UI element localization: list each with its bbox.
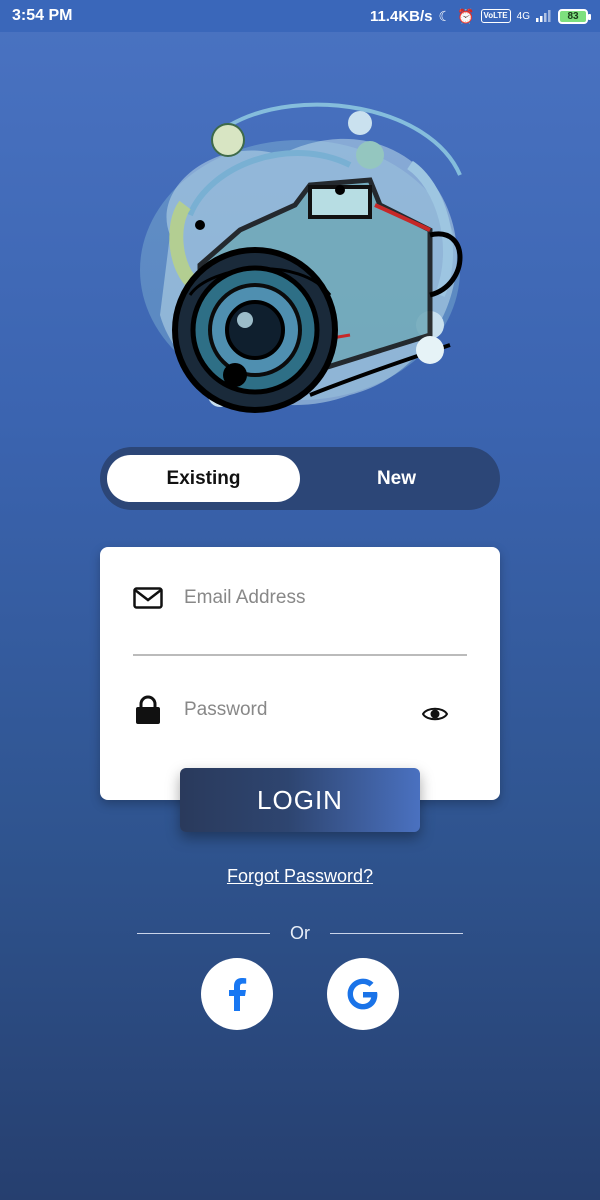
or-divider: Or	[137, 923, 463, 945]
status-time: 3:54 PM	[12, 7, 73, 24]
facebook-login-button[interactable]	[201, 958, 273, 1030]
battery-icon: 83	[558, 8, 591, 24]
google-icon	[347, 978, 378, 1010]
or-line-right	[330, 933, 463, 934]
tab-existing[interactable]: Existing	[107, 455, 300, 502]
signal-icon	[536, 10, 551, 22]
google-login-button[interactable]	[327, 958, 399, 1030]
email-underline	[133, 654, 467, 656]
or-line-left	[137, 933, 270, 934]
mail-icon	[133, 585, 163, 611]
lock-icon	[133, 695, 163, 724]
forgot-password-link[interactable]: Forgot Password?	[0, 866, 600, 887]
eye-icon[interactable]	[422, 704, 448, 724]
password-input[interactable]	[184, 699, 414, 721]
camera-illustration	[140, 102, 463, 413]
status-icons: 11.4KB/s ☾ ⏰ VoLTE 4G 83	[369, 7, 591, 25]
facebook-icon	[229, 978, 247, 1011]
or-text: Or	[290, 923, 310, 943]
network-type: 4G	[516, 10, 530, 22]
email-input[interactable]	[184, 587, 414, 609]
login-card	[100, 547, 500, 800]
alarm-icon: ⏰	[457, 7, 475, 24]
tab-new[interactable]: New	[300, 455, 493, 502]
status-bar: 3:54 PM 11.4KB/s ☾ ⏰ VoLTE 4G 83	[0, 0, 600, 32]
auth-mode-toggle: Existing New	[100, 447, 500, 510]
login-button[interactable]: LOGIN	[180, 768, 420, 832]
password-field-row	[133, 695, 467, 724]
volte-icon: VoLTE	[480, 9, 511, 23]
network-speed: 11.4KB/s	[369, 7, 433, 25]
moon-icon: ☾	[438, 7, 452, 24]
email-field-row	[133, 585, 467, 611]
